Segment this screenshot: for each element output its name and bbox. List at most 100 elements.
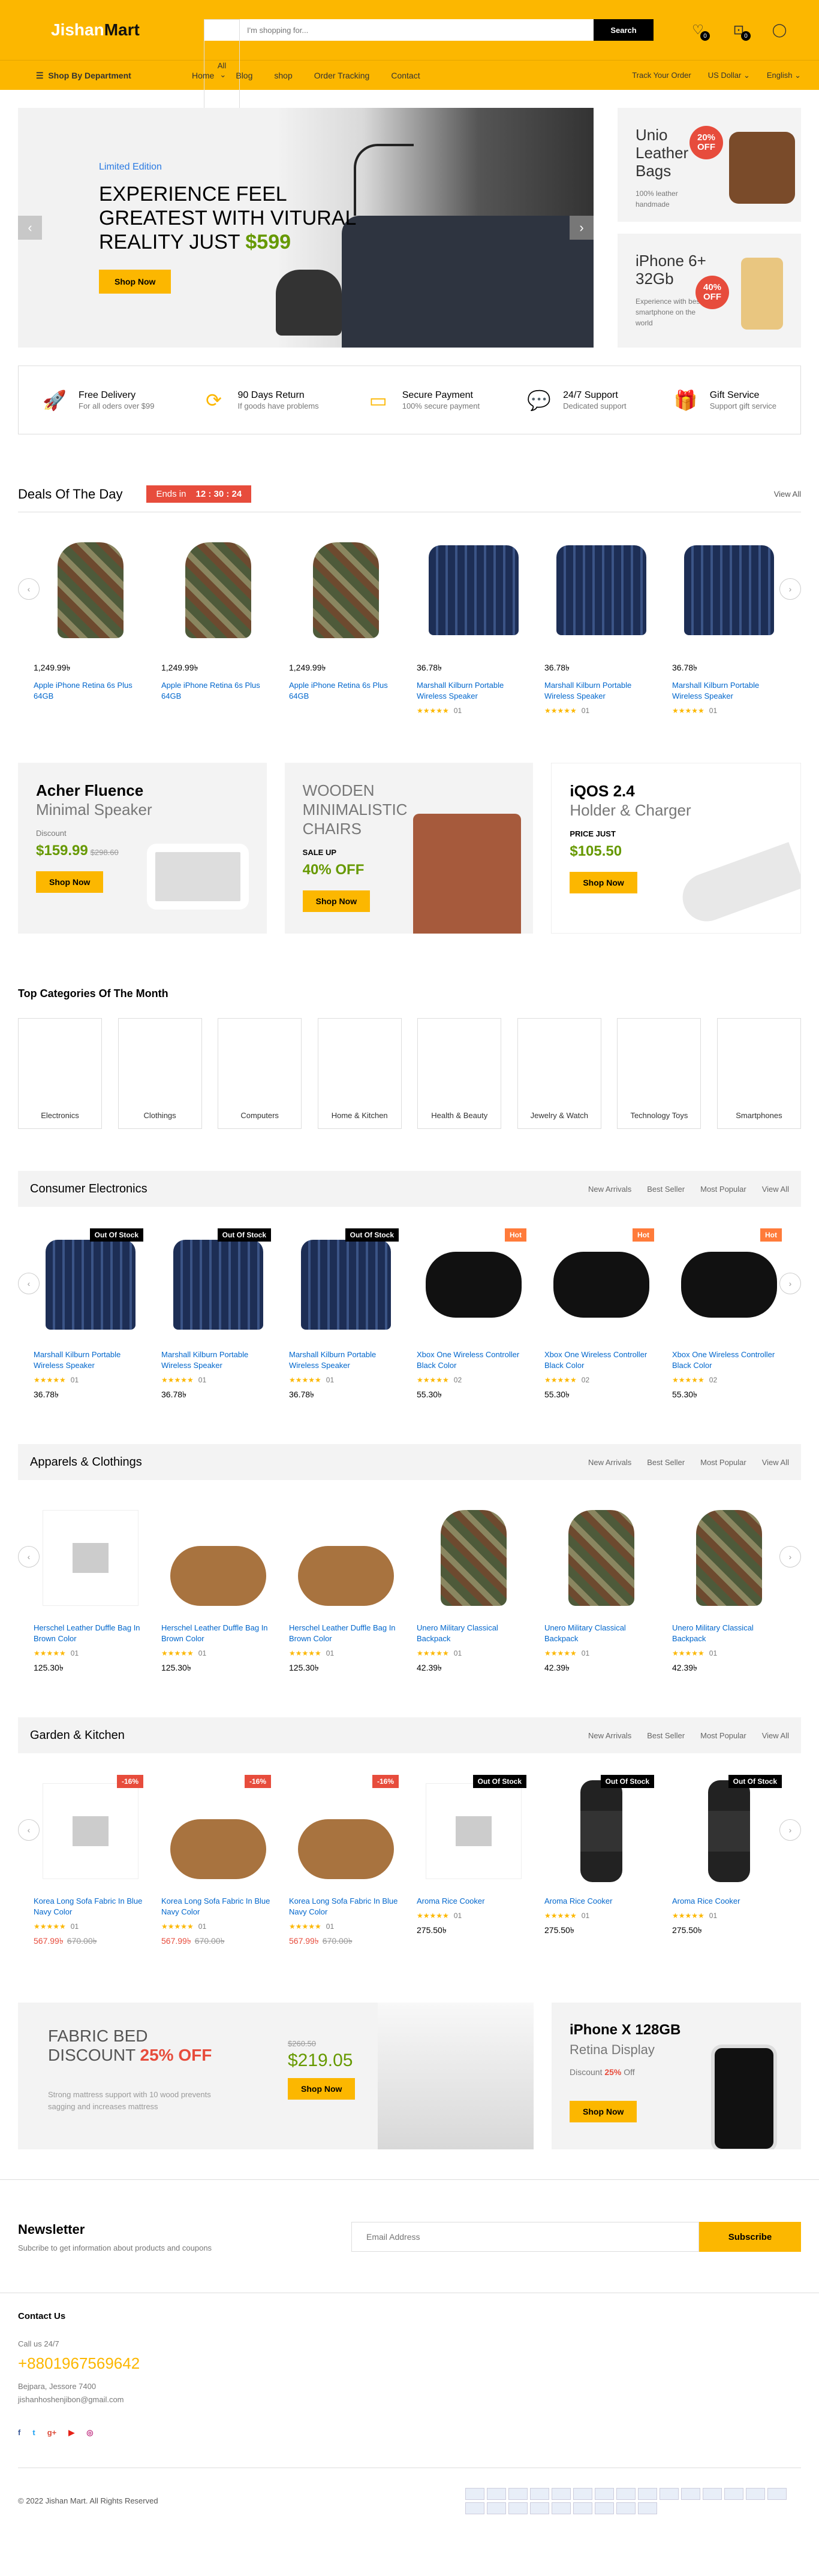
product-card[interactable]: Herschel Leather Duffle Bag In Brown Col… xyxy=(282,1498,410,1675)
product-name[interactable]: Apple iPhone Retina 6s Plus 64GB xyxy=(161,680,275,702)
tab-most-popular[interactable]: Most Popular xyxy=(700,1458,746,1467)
tab-most-popular[interactable]: Most Popular xyxy=(700,1731,746,1740)
product-name[interactable]: Unero Military Classical Backpack xyxy=(544,1623,658,1644)
carousel-next[interactable]: › xyxy=(779,1819,801,1841)
product-card[interactable]: -16% Korea Long Sofa Fabric In Blue Navy … xyxy=(154,1771,282,1949)
tab-best-seller[interactable]: Best Seller xyxy=(647,1731,685,1740)
product-card[interactable]: 36.78৳ Marshall Kilburn Portable Wireless… xyxy=(410,530,537,715)
product-name[interactable]: Herschel Leather Duffle Bag In Brown Col… xyxy=(289,1623,402,1644)
promo-shop-button[interactable]: Shop Now xyxy=(570,872,637,893)
category-home-kitchen[interactable]: Home & Kitchen xyxy=(317,1018,402,1129)
promo-iqos[interactable]: iQOS 2.4 Holder & Charger PRICE JUST $105… xyxy=(551,763,802,934)
tab-best-seller[interactable]: Best Seller xyxy=(647,1458,685,1467)
product-name[interactable]: Korea Long Sofa Fabric In Blue Navy Colo… xyxy=(34,1896,147,1917)
tab-new-arrivals[interactable]: New Arrivals xyxy=(588,1185,631,1194)
tab-view-all[interactable]: View All xyxy=(762,1185,789,1194)
tab-best-seller[interactable]: Best Seller xyxy=(647,1185,685,1194)
carousel-next[interactable]: › xyxy=(779,578,801,600)
product-name[interactable]: Korea Long Sofa Fabric In Blue Navy Colo… xyxy=(161,1896,275,1917)
promo-shop-button[interactable]: Shop Now xyxy=(36,871,104,893)
product-card[interactable]: 1,249.99৳ Apple iPhone Retina 6s Plus 64G… xyxy=(26,530,154,715)
user-icon[interactable]: ◯ xyxy=(771,22,788,38)
product-name[interactable]: Xbox One Wireless Controller Black Color xyxy=(417,1349,530,1371)
wishlist-icon[interactable]: ♡ 0 xyxy=(689,22,710,41)
tab-view-all[interactable]: View All xyxy=(762,1731,789,1740)
facebook-icon[interactable]: f xyxy=(18,2428,20,2438)
product-card[interactable]: Out Of Stock Aroma Rice Cooker ★★★★★ 01 275.… xyxy=(410,1771,537,1949)
track-order-link[interactable]: Track Your Order xyxy=(632,71,691,80)
product-name[interactable]: Xbox One Wireless Controller Black Color xyxy=(672,1349,785,1371)
hero-slider[interactable]: Limited Edition EXPERIENCE FEEL GREATEST … xyxy=(18,108,594,348)
search-button[interactable]: Search xyxy=(594,19,654,41)
product-card[interactable]: Out Of Stock Marshall Kilburn Portable Wi… xyxy=(154,1225,282,1402)
subscribe-button[interactable]: Subscribe xyxy=(699,2222,801,2252)
product-card[interactable]: Hot Xbox One Wireless Controller Black Co… xyxy=(537,1225,665,1402)
side-banner-bags[interactable]: Unio Leather Bags 20% OFF 100% leather h… xyxy=(618,108,801,222)
product-name[interactable]: Marshall Kilburn Portable Wireless Speak… xyxy=(161,1349,275,1371)
newsletter-email-input[interactable] xyxy=(351,2222,699,2252)
category-electronics[interactable]: Electronics xyxy=(18,1018,102,1129)
youtube-icon[interactable]: ▶ xyxy=(68,2428,74,2438)
product-card[interactable]: Unero Military Classical Backpack ★★★★★ 01… xyxy=(537,1498,665,1675)
slider-prev-arrow[interactable]: ‹ xyxy=(18,216,42,240)
tab-new-arrivals[interactable]: New Arrivals xyxy=(588,1458,631,1467)
side-banner-iphone[interactable]: iPhone 6+ 32Gb 40% OFF Experience with b… xyxy=(618,234,801,348)
category-computers[interactable]: Computers xyxy=(218,1018,302,1129)
shop-by-department[interactable]: ☰ Shop By Department xyxy=(18,71,174,81)
product-card[interactable]: Out Of Stock Marshall Kilburn Portable Wi… xyxy=(282,1225,410,1402)
nav-order-tracking[interactable]: Order Tracking xyxy=(314,71,370,80)
tab-view-all[interactable]: View All xyxy=(762,1458,789,1467)
promo-speaker[interactable]: Acher Fluence Minimal Speaker Discount $… xyxy=(18,763,267,934)
product-name[interactable]: Marshall Kilburn Portable Wireless Speak… xyxy=(544,680,658,702)
tab-new-arrivals[interactable]: New Arrivals xyxy=(588,1731,631,1740)
product-card[interactable]: Unero Military Classical Backpack ★★★★★ 01… xyxy=(665,1498,793,1675)
product-card[interactable]: 36.78৳ Marshall Kilburn Portable Wireless… xyxy=(665,530,793,715)
product-card[interactable]: Out Of Stock Aroma Rice Cooker ★★★★★ 01 275.… xyxy=(665,1771,793,1949)
category-jewelry-watch[interactable]: Jewelry & Watch xyxy=(517,1018,601,1129)
promo-shop-button[interactable]: Shop Now xyxy=(302,890,371,912)
product-name[interactable]: Aroma Rice Cooker xyxy=(672,1896,785,1907)
deals-view-all[interactable]: View All xyxy=(774,490,801,499)
nav-shop[interactable]: shop xyxy=(274,71,292,80)
logo[interactable]: JishanMart xyxy=(18,20,186,40)
product-card[interactable]: 1,249.99৳ Apple iPhone Retina 6s Plus 64G… xyxy=(282,530,410,715)
footer-phone[interactable]: +8801967569642 xyxy=(18,2354,801,2373)
promo-chairs[interactable]: WOODEN MINIMALISTIC CHAIRS SALE UP 40% O… xyxy=(284,763,534,934)
carousel-next[interactable]: › xyxy=(779,1546,801,1568)
slider-next-arrow[interactable]: › xyxy=(570,216,594,240)
product-name[interactable]: Unero Military Classical Backpack xyxy=(417,1623,530,1644)
nav-home[interactable]: Home xyxy=(192,71,214,80)
nav-blog[interactable]: Blog xyxy=(236,71,252,80)
currency-select[interactable]: US Dollar ⌄ xyxy=(708,71,750,80)
product-name[interactable]: Marshall Kilburn Portable Wireless Speak… xyxy=(289,1349,402,1371)
category-smartphones[interactable]: Smartphones xyxy=(716,1018,801,1129)
product-name[interactable]: Xbox One Wireless Controller Black Color xyxy=(544,1349,658,1371)
product-card[interactable]: Herschel Leather Duffle Bag In Brown Col… xyxy=(154,1498,282,1675)
tab-most-popular[interactable]: Most Popular xyxy=(700,1185,746,1194)
promo-fabric-bed[interactable]: FABRIC BED DISCOUNT 25% OFF Strong mattre… xyxy=(18,2003,534,2149)
promo-iphone-x[interactable]: iPhone X 128GB Retina Display Discount 2… xyxy=(552,2003,801,2149)
product-name[interactable]: Aroma Rice Cooker xyxy=(417,1896,530,1907)
product-name[interactable]: Marshall Kilburn Portable Wireless Speak… xyxy=(34,1349,147,1371)
google-plus-icon[interactable]: g+ xyxy=(47,2428,57,2438)
product-name[interactable]: Aroma Rice Cooker xyxy=(544,1896,658,1907)
promo-shop-button[interactable]: Shop Now xyxy=(288,2078,356,2100)
product-card[interactable]: Out Of Stock Marshall Kilburn Portable Wi… xyxy=(26,1225,154,1402)
cart-icon[interactable]: ⊡ 0 xyxy=(730,22,751,41)
search-input[interactable] xyxy=(240,19,594,41)
footer-email[interactable]: jishanhoshenjibon@gmail.com xyxy=(18,2393,801,2406)
carousel-next[interactable]: › xyxy=(779,1273,801,1294)
product-name[interactable]: Marshall Kilburn Portable Wireless Speak… xyxy=(672,680,785,702)
product-card[interactable]: Hot Xbox One Wireless Controller Black Co… xyxy=(665,1225,793,1402)
twitter-icon[interactable]: t xyxy=(32,2428,35,2438)
category-health-beauty[interactable]: Health & Beauty xyxy=(417,1018,502,1129)
product-name[interactable]: Herschel Leather Duffle Bag In Brown Col… xyxy=(34,1623,147,1644)
product-name[interactable]: Apple iPhone Retina 6s Plus 64GB xyxy=(289,680,402,702)
product-card[interactable]: Hot Xbox One Wireless Controller Black Co… xyxy=(410,1225,537,1402)
instagram-icon[interactable]: ◎ xyxy=(86,2428,93,2438)
category-technology-toys[interactable]: Technology Toys xyxy=(617,1018,701,1129)
product-card[interactable]: -16% Korea Long Sofa Fabric In Blue Navy … xyxy=(282,1771,410,1949)
promo-shop-button[interactable]: Shop Now xyxy=(570,2101,637,2122)
nav-contact[interactable]: Contact xyxy=(391,71,420,80)
product-name[interactable]: Korea Long Sofa Fabric In Blue Navy Colo… xyxy=(289,1896,402,1917)
